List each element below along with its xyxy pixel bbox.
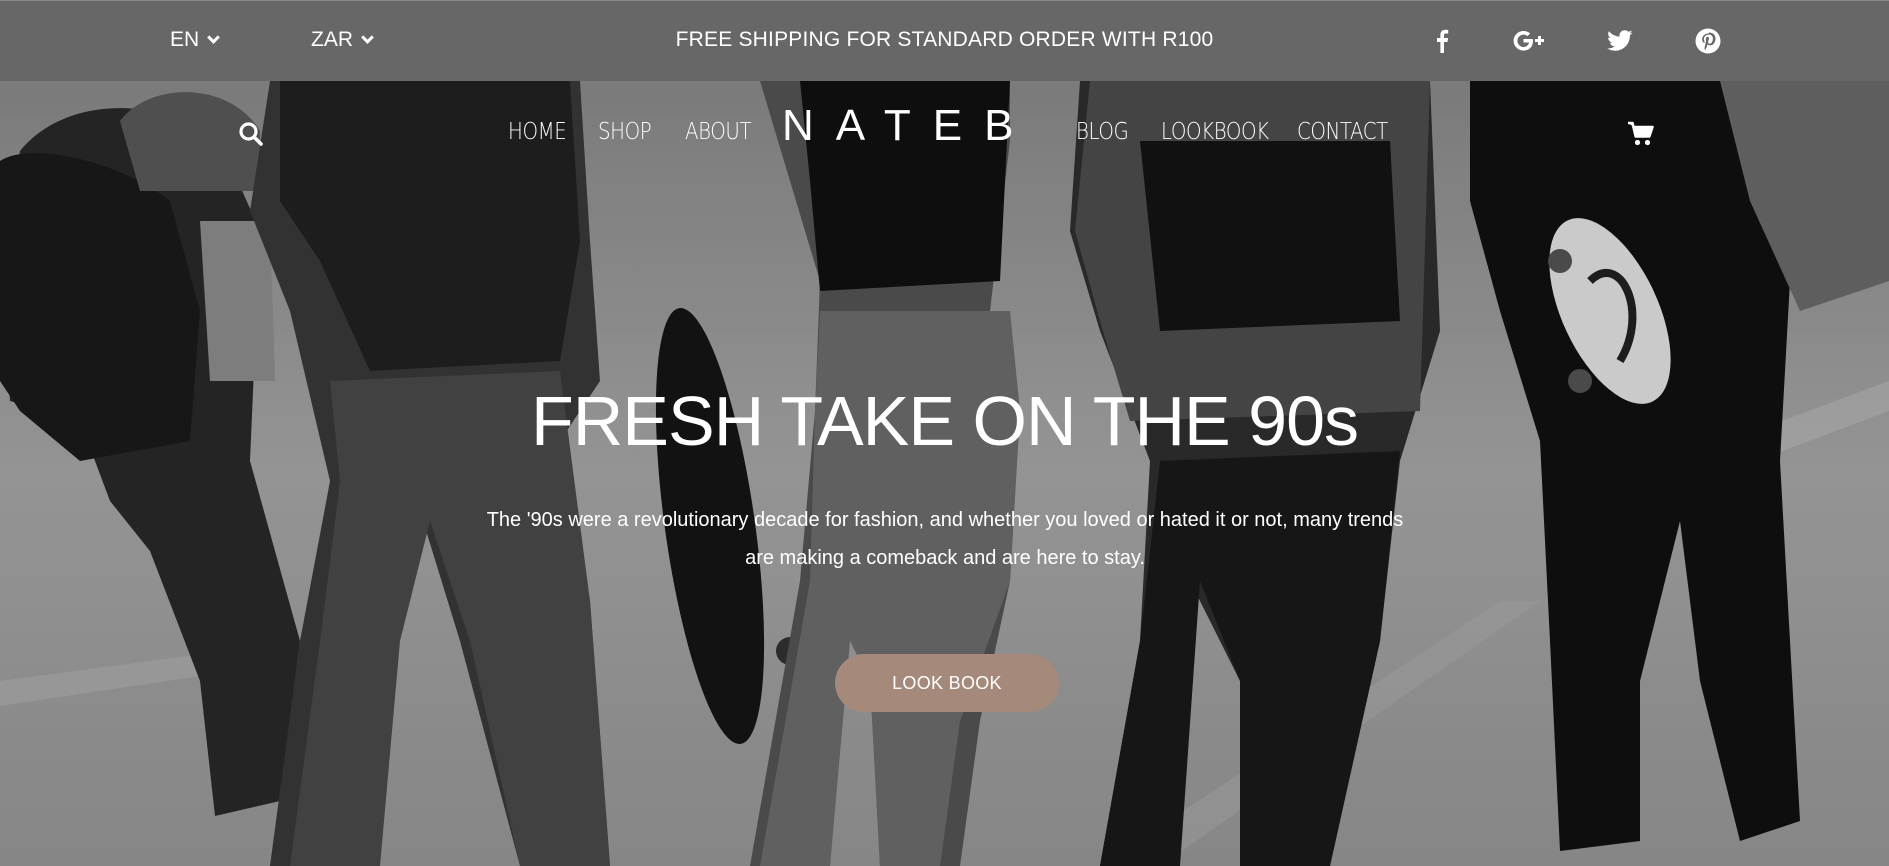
nav-contact[interactable]: CONTACT [1297, 119, 1388, 145]
hero-section: HOME SHOP ABOUT NATEB BLOG LOOKBOOK CONT… [0, 81, 1889, 866]
twitter-icon[interactable] [1600, 23, 1640, 59]
nav-lookbook[interactable]: LOOKBOOK [1161, 119, 1269, 145]
hero-headline: FRESH TAKE ON THE 90s [531, 382, 1359, 460]
brand-logo[interactable]: NATEB [782, 101, 1035, 151]
facebook-icon[interactable] [1422, 23, 1462, 59]
nav-home[interactable]: HOME [508, 119, 567, 145]
look-book-button[interactable]: LOOK BOOK [835, 654, 1059, 712]
cart-icon[interactable] [1627, 121, 1655, 147]
google-plus-icon[interactable] [1509, 23, 1549, 59]
nav-blog[interactable]: BLOG [1076, 119, 1129, 145]
pinterest-icon[interactable] [1688, 23, 1728, 59]
top-bar: EN ZAR FREE SHIPPING FOR STANDARD ORDER … [0, 0, 1889, 81]
nav-shop[interactable]: SHOP [598, 119, 652, 145]
nav-about[interactable]: ABOUT [685, 119, 752, 145]
search-icon[interactable] [238, 121, 264, 147]
hero-description: The '90s were a revolutionary decade for… [486, 509, 1404, 569]
hero-background-image [0, 81, 1889, 866]
